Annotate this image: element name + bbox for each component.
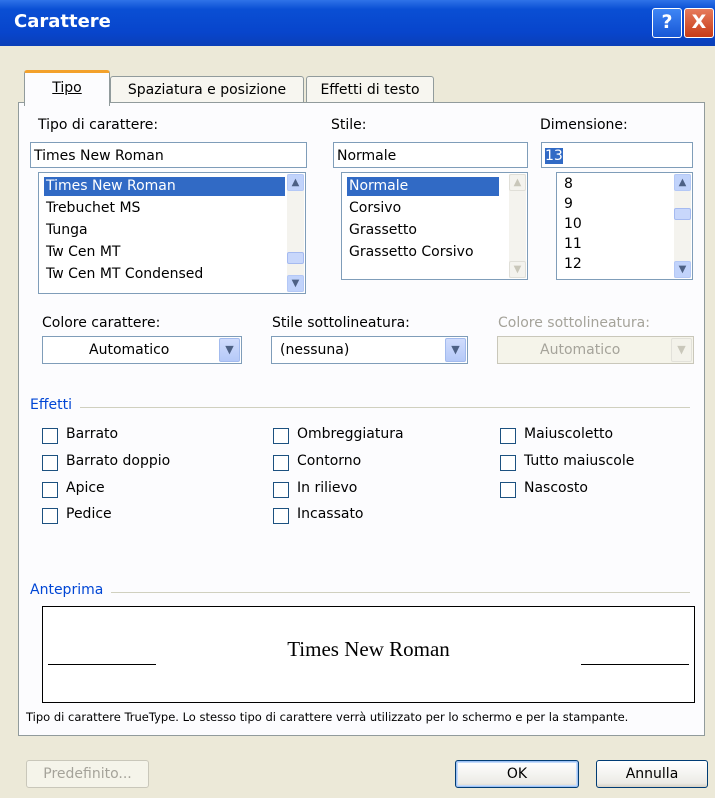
underline-style-label: Stile sottolineatura: — [272, 315, 410, 331]
checkbox-nascosto[interactable] — [500, 482, 516, 498]
list-item[interactable]: Tw Cen MT Condensed — [44, 265, 205, 284]
list-item[interactable]: Grassetto — [347, 221, 419, 240]
default-button[interactable]: Predefinito... — [26, 760, 149, 788]
tab-tipo[interactable]: Tipo — [24, 70, 110, 106]
list-item[interactable]: Trebuchet MS — [44, 199, 142, 218]
scroll-down-arrow-icon[interactable]: ▼ — [287, 275, 304, 292]
checkbox-maiuscoletto[interactable] — [500, 428, 516, 444]
scroll-down-arrow-icon[interactable]: ▼ — [509, 261, 526, 278]
style-list[interactable]: Normale Corsivo Grassetto Grassetto Cors… — [341, 172, 528, 280]
effects-divider — [30, 407, 690, 408]
checkbox-apice[interactable] — [42, 482, 58, 498]
checkbox-ombreggiatura[interactable] — [273, 428, 289, 444]
chevron-down-icon[interactable]: ▼ — [219, 338, 240, 362]
scroll-up-arrow-icon[interactable]: ▲ — [509, 174, 526, 191]
style-scrollbar[interactable]: ▲ ▼ — [509, 174, 526, 278]
label-barrato[interactable]: Barrato — [66, 426, 118, 442]
list-item[interactable]: Corsivo — [347, 199, 403, 218]
close-button[interactable]: X — [684, 8, 714, 38]
checkbox-pedice[interactable] — [42, 508, 58, 524]
label-contorno[interactable]: Contorno — [297, 453, 361, 469]
list-item[interactable]: Tw Cen MT — [44, 243, 122, 262]
list-item[interactable]: 12 — [562, 255, 584, 274]
list-item[interactable]: Tunga — [44, 221, 90, 240]
scroll-thumb[interactable] — [287, 252, 304, 264]
font-label: Tipo di carattere: — [38, 117, 159, 133]
checkbox-incassato[interactable] — [273, 508, 289, 524]
tab-effetti-testo[interactable]: Effetti di testo — [306, 76, 434, 103]
size-scrollbar[interactable]: ▲ ▼ — [674, 174, 691, 278]
label-nascosto[interactable]: Nascosto — [524, 480, 588, 496]
window-title: Carattere — [14, 11, 111, 32]
font-list[interactable]: Times New Roman Trebuchet MS Tunga Tw Ce… — [38, 172, 306, 294]
list-item[interactable]: 11 — [562, 235, 584, 254]
scroll-down-arrow-icon[interactable]: ▼ — [674, 261, 691, 278]
preview-note: Tipo di carattere TrueType. Lo stesso ti… — [26, 710, 629, 724]
chevron-down-icon[interactable]: ▼ — [445, 338, 466, 362]
help-button[interactable]: ? — [652, 8, 682, 38]
underline-color-label: Colore sottolineatura: — [498, 315, 650, 331]
label-in-rilievo[interactable]: In rilievo — [297, 480, 357, 496]
font-color-select[interactable]: Automatico ▼ — [42, 336, 242, 364]
preview-sample-text: Times New Roman — [287, 637, 450, 661]
chevron-down-icon: ▼ — [671, 338, 692, 362]
size-label: Dimensione: — [540, 117, 628, 133]
list-item[interactable]: Grassetto Corsivo — [347, 243, 476, 262]
preview-divider — [30, 592, 690, 593]
scroll-up-arrow-icon[interactable]: ▲ — [674, 174, 691, 191]
label-ombreggiatura[interactable]: Ombreggiatura — [297, 426, 404, 442]
scroll-up-arrow-icon[interactable]: ▲ — [287, 174, 304, 191]
style-input[interactable]: Normale — [333, 142, 528, 168]
list-item[interactable]: 10 — [562, 215, 584, 234]
list-item[interactable]: Times New Roman — [44, 177, 285, 196]
checkbox-barrato[interactable] — [42, 428, 58, 444]
list-item[interactable]: Normale — [347, 177, 499, 196]
underline-color-select: Automatico ▼ — [497, 336, 694, 364]
preview-box: Times New Roman — [42, 606, 695, 703]
style-label: Stile: — [331, 117, 367, 133]
font-color-label: Colore carattere: — [42, 315, 161, 331]
font-input[interactable]: Times New Roman — [30, 142, 307, 168]
cancel-button[interactable]: Annulla — [596, 760, 708, 788]
label-apice[interactable]: Apice — [66, 480, 105, 496]
checkbox-in-rilievo[interactable] — [273, 482, 289, 498]
font-dialog: Carattere ? X Tipo Spaziatura e posizion… — [0, 0, 715, 798]
size-list[interactable]: 8 9 10 11 12 ▲ ▼ — [556, 172, 693, 280]
label-maiuscoletto[interactable]: Maiuscoletto — [524, 426, 613, 442]
font-scrollbar[interactable]: ▲ ▼ — [287, 174, 304, 292]
preview-line-left — [48, 664, 156, 665]
checkbox-barrato-doppio[interactable] — [42, 455, 58, 471]
label-barrato-doppio[interactable]: Barrato doppio — [66, 453, 170, 469]
preview-line-right — [581, 664, 689, 665]
label-incassato[interactable]: Incassato — [297, 506, 364, 522]
list-item[interactable]: 9 — [562, 195, 575, 214]
list-item[interactable]: 8 — [562, 175, 575, 194]
title-bar: Carattere ? X — [0, 0, 715, 46]
checkbox-contorno[interactable] — [273, 455, 289, 471]
preview-title: Anteprima — [30, 582, 112, 598]
underline-style-select[interactable]: (nessuna) ▼ — [271, 336, 468, 364]
tab-spaziatura[interactable]: Spaziatura e posizione — [110, 76, 304, 103]
ok-button[interactable]: OK — [455, 760, 579, 788]
checkbox-tutto-maiuscole[interactable] — [500, 455, 516, 471]
effects-title: Effetti — [30, 397, 80, 413]
scroll-thumb[interactable] — [674, 208, 691, 220]
label-tutto-maiuscole[interactable]: Tutto maiuscole — [524, 453, 634, 469]
size-input[interactable]: 13 — [541, 142, 693, 168]
label-pedice[interactable]: Pedice — [66, 506, 112, 522]
